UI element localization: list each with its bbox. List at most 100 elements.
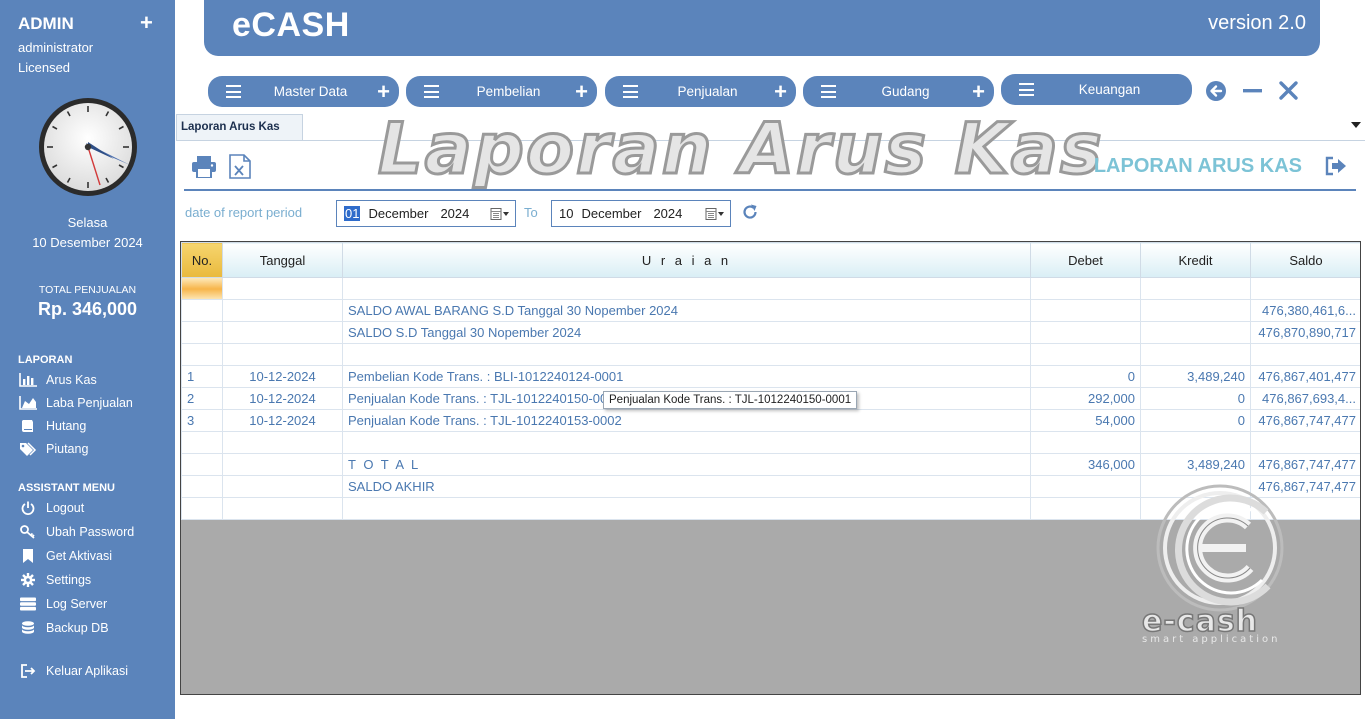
minimize-icon[interactable]: [1242, 80, 1264, 102]
plus-icon[interactable]: +: [972, 79, 985, 105]
cell-debet[interactable]: [1030, 475, 1141, 498]
cell-tanggal[interactable]: [222, 321, 343, 344]
table-row[interactable]: 3 10-12-2024 Penjualan Kode Trans. : TJL…: [181, 409, 1360, 432]
cell-no[interactable]: [181, 321, 223, 344]
table-row[interactable]: SALDO AWAL BARANG S.D Tanggal 30 Nopembe…: [181, 299, 1360, 322]
cell-uraian[interactable]: Penjualan Kode Trans. : TJL-1012240153-0…: [342, 409, 1031, 432]
sidebar-item-logout[interactable]: Logout: [18, 501, 84, 515]
sidebar-item-settings[interactable]: Settings: [18, 573, 91, 587]
date-to-picker[interactable]: 10 December 2024: [551, 200, 731, 227]
cell-kredit[interactable]: 0: [1140, 387, 1251, 410]
cell-no[interactable]: [181, 497, 223, 520]
menu-penjualan[interactable]: Penjualan +: [605, 76, 796, 107]
cell-tanggal[interactable]: [222, 277, 343, 300]
cell-debet[interactable]: 54,000: [1030, 409, 1141, 432]
menu-master-data[interactable]: Master Data +: [208, 76, 399, 107]
cell-no[interactable]: [181, 453, 223, 476]
cell-debet[interactable]: 0: [1030, 365, 1141, 388]
cell-uraian[interactable]: [342, 343, 1031, 366]
cell-saldo[interactable]: 476,867,747,477: [1250, 453, 1360, 476]
close-icon[interactable]: [1278, 80, 1300, 102]
cell-tanggal[interactable]: 10-12-2024: [222, 409, 343, 432]
cell-saldo[interactable]: [1250, 277, 1360, 300]
cell-debet[interactable]: [1030, 431, 1141, 454]
column-header-uraian[interactable]: U r a i a n: [342, 242, 1031, 278]
table-row[interactable]: SALDO S.D Tanggal 30 Nopember 2024 476,8…: [181, 321, 1360, 344]
cell-saldo[interactable]: [1250, 343, 1360, 366]
cell-debet[interactable]: 292,000: [1030, 387, 1141, 410]
cell-kredit[interactable]: [1140, 321, 1251, 344]
cell-debet[interactable]: [1030, 497, 1141, 520]
cell-uraian[interactable]: [342, 497, 1031, 520]
column-header-saldo[interactable]: Saldo: [1250, 242, 1360, 278]
column-header-kredit[interactable]: Kredit: [1140, 242, 1251, 278]
cell-kredit[interactable]: 0: [1140, 409, 1251, 432]
cell-tanggal[interactable]: [222, 475, 343, 498]
sidebar-item-piutang[interactable]: Piutang: [18, 442, 88, 456]
cell-saldo[interactable]: 476,870,890,717: [1250, 321, 1360, 344]
table-row[interactable]: T O T A L 346,000 3,489,240 476,867,747,…: [181, 453, 1360, 476]
cell-tanggal[interactable]: [222, 453, 343, 476]
sidebar-item-keluar-aplikasi[interactable]: Keluar Aplikasi: [18, 664, 128, 678]
cell-kredit[interactable]: [1140, 299, 1251, 322]
cell-tanggal[interactable]: [222, 343, 343, 366]
date-to-year[interactable]: 2024: [653, 206, 682, 221]
cell-debet[interactable]: [1030, 321, 1141, 344]
date-from-picker[interactable]: 01 December 2024: [336, 200, 516, 227]
row-selector-cell[interactable]: [181, 277, 223, 300]
column-header-no[interactable]: No.: [181, 242, 223, 278]
date-to-day[interactable]: 10: [559, 206, 573, 221]
cell-kredit[interactable]: 3,489,240: [1140, 365, 1251, 388]
cell-debet[interactable]: [1030, 299, 1141, 322]
exit-report-icon[interactable]: [1325, 156, 1347, 176]
cell-saldo[interactable]: 476,867,401,477: [1250, 365, 1360, 388]
plus-icon[interactable]: +: [377, 79, 390, 105]
cell-kredit[interactable]: 3,489,240: [1140, 453, 1251, 476]
cell-uraian[interactable]: [342, 431, 1031, 454]
table-row[interactable]: [181, 431, 1360, 454]
back-arrow-icon[interactable]: [1205, 80, 1227, 102]
cell-no[interactable]: [181, 343, 223, 366]
cell-no[interactable]: [181, 431, 223, 454]
cell-tanggal[interactable]: [222, 299, 343, 322]
sidebar-add-icon[interactable]: +: [140, 12, 153, 34]
cell-uraian[interactable]: SALDO AWAL BARANG S.D Tanggal 30 Nopembe…: [342, 299, 1031, 322]
calendar-dropdown-icon[interactable]: [490, 207, 510, 221]
cell-tanggal[interactable]: [222, 497, 343, 520]
table-row[interactable]: 1 10-12-2024 Pembelian Kode Trans. : BLI…: [181, 365, 1360, 388]
sidebar-item-hutang[interactable]: Hutang: [18, 419, 86, 433]
cell-uraian[interactable]: [342, 277, 1031, 300]
cell-uraian[interactable]: T O T A L: [342, 453, 1031, 476]
sidebar-item-laba-penjualan[interactable]: Laba Penjualan: [18, 396, 133, 410]
cell-tanggal[interactable]: [222, 431, 343, 454]
refresh-icon[interactable]: [741, 203, 759, 221]
table-row[interactable]: [181, 343, 1360, 366]
date-from-day[interactable]: 01: [344, 206, 361, 221]
cell-tanggal[interactable]: 10-12-2024: [222, 387, 343, 410]
cell-uraian[interactable]: SALDO AKHIR: [342, 475, 1031, 498]
calendar-dropdown-icon[interactable]: [705, 207, 725, 221]
sidebar-item-log-server[interactable]: Log Server: [18, 597, 107, 611]
menu-gudang[interactable]: Gudang +: [803, 76, 994, 107]
excel-export-icon[interactable]: [229, 154, 251, 179]
print-icon[interactable]: [192, 156, 216, 178]
cell-tanggal[interactable]: 10-12-2024: [222, 365, 343, 388]
cell-no[interactable]: [181, 475, 223, 498]
sidebar-item-ubah-password[interactable]: Ubah Password: [18, 525, 134, 539]
column-header-tanggal[interactable]: Tanggal: [222, 242, 343, 278]
sidebar-item-backup-db[interactable]: Backup DB: [18, 620, 109, 635]
cell-saldo[interactable]: [1250, 431, 1360, 454]
sidebar-item-arus-kas[interactable]: Arus Kas: [18, 373, 97, 387]
cell-no[interactable]: [181, 299, 223, 322]
cell-kredit[interactable]: [1140, 431, 1251, 454]
plus-icon[interactable]: +: [575, 79, 588, 105]
cell-saldo[interactable]: 476,867,693,4...: [1250, 387, 1360, 410]
cell-debet[interactable]: [1030, 343, 1141, 366]
date-to-month[interactable]: December: [581, 206, 641, 221]
date-from-year[interactable]: 2024: [440, 206, 469, 221]
menu-pembelian[interactable]: Pembelian +: [406, 76, 597, 107]
cell-kredit[interactable]: [1140, 343, 1251, 366]
cell-no[interactable]: 3: [181, 409, 223, 432]
tab-laporan-arus-kas[interactable]: Laporan Arus Kas: [176, 114, 303, 141]
cell-no[interactable]: 2: [181, 387, 223, 410]
